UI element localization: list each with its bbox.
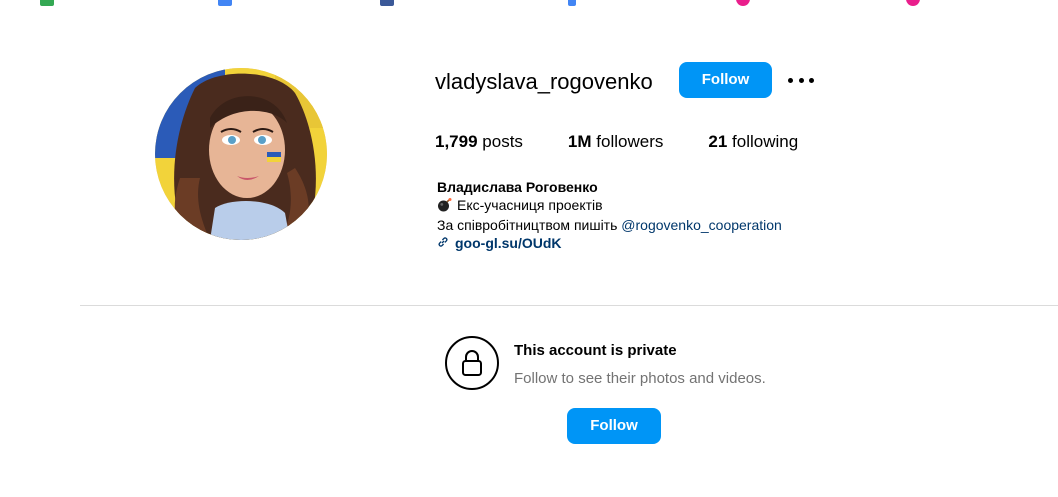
private-account-subtitle: Follow to see their photos and videos.: [514, 370, 766, 387]
profile-username: vladyslava_rogovenko: [435, 69, 653, 94]
following-count[interactable]: 21 following: [708, 131, 798, 153]
bookmark-icon[interactable]: [40, 0, 54, 6]
bookmarks-bar: [0, 0, 1058, 8]
follow-button-secondary[interactable]: Follow: [567, 408, 661, 444]
section-divider: [80, 305, 1058, 306]
private-account-title: This account is private: [514, 342, 677, 359]
profile-full-name: Владислава Роговенко: [437, 179, 598, 195]
posts-count: 1,799 posts: [435, 132, 523, 151]
profile-avatar[interactable]: [155, 68, 327, 240]
bookmark-icon[interactable]: [568, 0, 576, 6]
bookmark-icon[interactable]: [380, 0, 394, 6]
lock-icon: [445, 336, 499, 390]
bio-line: За співробітництвом пишіть @rogovenko_co…: [437, 217, 782, 233]
bookmark-icon[interactable]: [736, 0, 750, 6]
profile-stats: 1,799 posts 1M followers 21 following: [435, 131, 843, 153]
bookmark-icon[interactable]: [906, 0, 920, 6]
followers-count[interactable]: 1M followers: [568, 131, 663, 153]
more-options-icon[interactable]: [786, 66, 816, 94]
bio-mention-link[interactable]: @rogovenko_cooperation: [621, 217, 782, 233]
profile-bio: Владислава Роговенко Екс-учасниця проект…: [437, 178, 782, 252]
bomb-icon: [437, 198, 453, 216]
bio-line: Екс-учасниця проектів: [437, 196, 782, 216]
follow-button[interactable]: Follow: [679, 62, 772, 98]
bio-external-link[interactable]: goo-gl.su/OUdK: [437, 234, 782, 252]
bookmark-icon[interactable]: [218, 0, 232, 6]
link-icon: [437, 234, 449, 252]
